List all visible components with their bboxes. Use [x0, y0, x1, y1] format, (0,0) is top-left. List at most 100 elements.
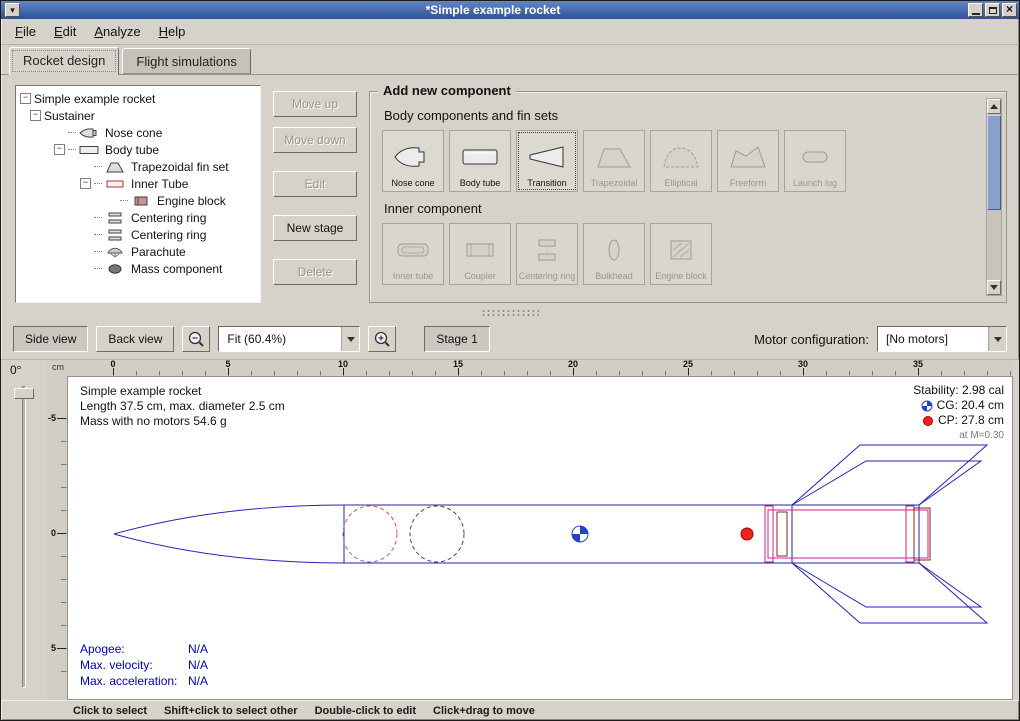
- centering-ring-icon: [105, 228, 127, 241]
- stability-value: Stability: 2.98 cal: [913, 383, 1004, 398]
- main-tabs: Rocket design Flight simulations: [1, 45, 1019, 75]
- zoom-combobox[interactable]: Fit (60.4%): [218, 326, 360, 352]
- tree-item-rocket[interactable]: Simple example rocket: [18, 90, 258, 107]
- tree-item-fin-set[interactable]: Trapezoidal fin set: [18, 158, 258, 175]
- tree-item-label: Parachute: [131, 245, 186, 259]
- cp-value: CP: 27.8 cm: [938, 413, 1004, 428]
- stage-1-toggle[interactable]: Stage 1: [424, 326, 489, 352]
- add-nose-cone-button[interactable]: Nose cone: [382, 130, 444, 192]
- tab-rocket-design[interactable]: Rocket design: [9, 47, 119, 75]
- rocket-mass: Mass with no motors 54.6 g: [80, 414, 285, 429]
- pane-splitter[interactable]: [1, 307, 1019, 319]
- coupler-icon: [460, 228, 500, 271]
- menu-edit[interactable]: Edit: [46, 21, 84, 42]
- back-view-button[interactable]: Back view: [96, 326, 174, 352]
- new-stage-button[interactable]: New stage: [273, 215, 357, 241]
- maximize-button[interactable]: [985, 3, 1000, 17]
- component-tree[interactable]: Simple example rocket Sustainer Nose con…: [15, 85, 261, 303]
- rocket-canvas[interactable]: Simple example rocket Length 37.5 cm, ma…: [67, 376, 1013, 700]
- add-transition-button[interactable]: Transition: [516, 130, 578, 192]
- collapse-icon[interactable]: [54, 144, 65, 155]
- app-window: *Simple example rocket File Edit Analyze…: [0, 0, 1020, 721]
- titlebar[interactable]: *Simple example rocket: [1, 1, 1019, 19]
- inner-tube-icon: [105, 177, 127, 190]
- zoom-value: Fit (60.4%): [219, 327, 341, 351]
- scroll-down-button[interactable]: [987, 280, 1001, 295]
- scrollbar-thumb[interactable]: [987, 115, 1001, 210]
- zoom-out-button[interactable]: [182, 326, 210, 352]
- add-component-panel: Add new component Body components and fi…: [369, 91, 1007, 303]
- inner-components-row: Inner tube Coupler Centering ring Bulkhe…: [382, 223, 980, 285]
- tree-item-inner-tube[interactable]: Inner Tube: [18, 175, 258, 192]
- minimize-button[interactable]: [968, 3, 983, 17]
- tree-item-engine-block[interactable]: Engine block: [18, 192, 258, 209]
- add-body-tube-button[interactable]: Body tube: [449, 130, 511, 192]
- tree-item-sustainer[interactable]: Sustainer: [18, 107, 258, 124]
- side-view-button[interactable]: Side view: [13, 326, 88, 352]
- close-button[interactable]: [1002, 3, 1017, 17]
- hint-click-select: Click to select: [73, 705, 147, 717]
- maximize-icon: [989, 7, 997, 14]
- scroll-up-button[interactable]: [987, 99, 1001, 114]
- body-components-row: Nose cone Body tube Transition Trapezoid…: [382, 130, 980, 192]
- tree-item-body-tube[interactable]: Body tube: [18, 141, 258, 158]
- tab-flight-simulations[interactable]: Flight simulations: [122, 48, 250, 74]
- rotation-angle-value: 0°: [10, 363, 21, 377]
- collapse-icon[interactable]: [30, 110, 41, 121]
- window-menu-button[interactable]: [5, 3, 20, 17]
- motor-configuration-value: [No motors]: [878, 327, 988, 351]
- zoom-in-button[interactable]: [368, 326, 396, 352]
- svg-text:25: 25: [683, 360, 693, 369]
- tree-item-label: Sustainer: [44, 109, 95, 123]
- add-launch-lug-button: Launch lug: [784, 130, 846, 192]
- apogee-value: N/A: [188, 641, 208, 657]
- centering-ring-icon: [105, 211, 127, 224]
- window-menu-icon: [10, 5, 15, 16]
- chevron-down-icon: [994, 337, 1002, 342]
- tree-item-label: Simple example rocket: [34, 92, 155, 106]
- tree-item-label: Inner Tube: [131, 177, 188, 191]
- zoom-dropdown-button[interactable]: [341, 327, 359, 351]
- tree-line: [120, 200, 128, 201]
- parachute-icon: [105, 245, 127, 258]
- tree-item-label: Mass component: [131, 262, 222, 276]
- svg-text:5: 5: [225, 360, 230, 369]
- tree-item-centering-ring-2[interactable]: Centering ring: [18, 226, 258, 243]
- collapse-icon[interactable]: [80, 178, 91, 189]
- tree-item-centering-ring-1[interactable]: Centering ring: [18, 209, 258, 226]
- cp-icon: [922, 415, 934, 427]
- menu-analyze[interactable]: Analyze: [86, 21, 148, 42]
- tree-item-label: Centering ring: [131, 211, 206, 225]
- flight-data: Apogee:N/A Max. velocity:N/A Max. accele…: [80, 641, 208, 689]
- menu-help[interactable]: Help: [151, 21, 194, 42]
- collapse-icon[interactable]: [20, 93, 31, 104]
- tree-item-parachute[interactable]: Parachute: [18, 243, 258, 260]
- hint-double-click: Double-click to edit: [315, 705, 416, 717]
- rotation-slider-handle[interactable]: [14, 388, 34, 399]
- add-trapezoidal-fin-button: Trapezoidal: [583, 130, 645, 192]
- motor-configuration-label: Motor configuration:: [754, 332, 869, 347]
- component-scrollbar[interactable]: [986, 98, 1002, 296]
- tree-item-nose-cone[interactable]: Nose cone: [18, 124, 258, 141]
- svg-text:10: 10: [338, 360, 348, 369]
- rocket-info: Simple example rocket Length 37.5 cm, ma…: [80, 384, 285, 429]
- engine-block-icon: [131, 194, 153, 207]
- trapezoidal-fin-icon: [594, 135, 634, 178]
- tree-line: [68, 132, 76, 133]
- ruler-unit-label: cm: [47, 360, 67, 376]
- chevron-down-icon: [347, 337, 355, 342]
- bulkhead-icon: [594, 228, 634, 271]
- cg-icon: [921, 400, 933, 412]
- motor-dropdown-button[interactable]: [988, 327, 1006, 351]
- motor-configuration-combobox[interactable]: [No motors]: [877, 326, 1007, 352]
- tree-item-label: Body tube: [105, 143, 159, 157]
- splitter-handle-icon: [481, 309, 539, 317]
- svg-text:0: 0: [110, 360, 115, 369]
- tree-line: [94, 166, 102, 167]
- max-acceleration-value: N/A: [188, 673, 208, 689]
- horizontal-ruler: 0 5 10 15 20 25 30 35: [67, 360, 1013, 376]
- svg-text:35: 35: [913, 360, 923, 369]
- menu-file[interactable]: File: [7, 21, 44, 42]
- tree-item-mass-component[interactable]: Mass component: [18, 260, 258, 277]
- minimize-icon: [972, 13, 980, 15]
